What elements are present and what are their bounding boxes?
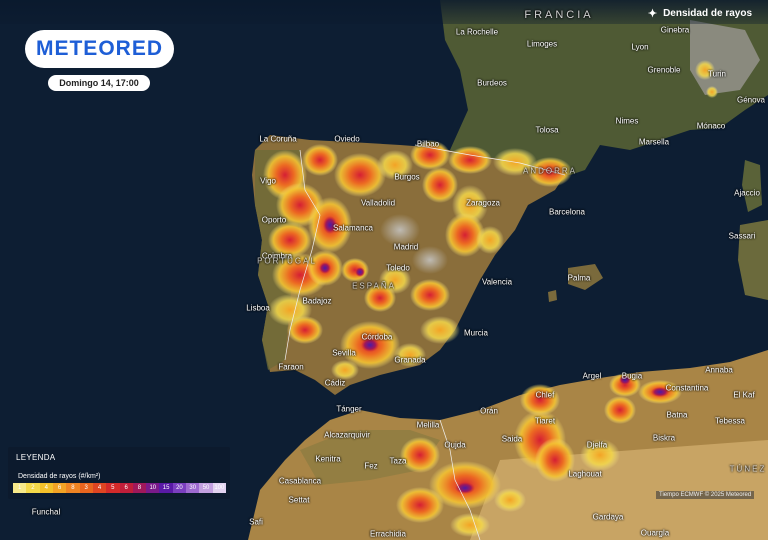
label-tebessa: Tebessa [715, 416, 745, 426]
label-errachidia: Errachidia [369, 529, 407, 539]
legend-swatch: 30 [186, 483, 200, 493]
legend-swatch: 5 [106, 483, 120, 493]
legend-title: LEYENDA [16, 453, 56, 462]
label-espana: ESPAÑA [352, 281, 396, 291]
legend-color-scale: 1 2 4 6 8 3 4 5 6 8 10 15 20 30 50 100 [13, 483, 226, 493]
map-credit: Tiempo ECMWF © 2025 Meteored [656, 491, 755, 499]
label-faro: Faraon [278, 362, 304, 372]
legend-panel: LEYENDA Densidad de rayos (#/km²) 124683… [8, 447, 230, 499]
label-lisboa: Lisboa [246, 303, 270, 313]
label-palma: Palma [567, 273, 591, 283]
label-saida: Saida [501, 434, 523, 444]
label-oporto: Oporto [261, 215, 287, 225]
label-zaragoza: Zaragoza [466, 198, 500, 208]
legend-swatch: 15 [159, 483, 173, 493]
label-chlef: Chlef [535, 390, 555, 400]
label-francia: FRANCIA [524, 9, 594, 21]
legend-swatch: 2 [26, 483, 40, 493]
label-constantina: Constantina [665, 383, 709, 393]
logo-text: METEORED [35, 37, 163, 60]
legend-swatch: 4 [39, 483, 53, 493]
label-la-rochelle: La Rochelle [455, 27, 499, 37]
legend-swatch: 6 [119, 483, 133, 493]
label-ajaccio: Ajaccio [734, 188, 760, 198]
legend-swatch: 3 [79, 483, 93, 493]
label-oujda: Oujda [444, 440, 466, 450]
label-limoges: Limoges [526, 39, 558, 49]
label-grenoble: Grenoble [647, 65, 681, 75]
label-madrid: Madrid [393, 242, 419, 252]
label-toledo: Toledo [386, 263, 410, 273]
label-el-kaf: El Kaf [733, 390, 755, 400]
label-laghouat: Laghouat [568, 469, 602, 479]
label-oviedo: Oviedo [334, 134, 360, 144]
label-cadiz: Cádiz [324, 378, 346, 388]
label-sassari: Sassari [728, 231, 756, 241]
label-bilbao: Bilbao [416, 139, 440, 149]
label-oran: Orán [480, 406, 498, 416]
label-alcazarquivir: Alcazarquivir [324, 430, 370, 440]
label-ouargla: Ouargla [640, 528, 670, 538]
label-gardaya: Gardaya [592, 512, 624, 522]
label-safi: Safi [249, 517, 263, 527]
legend-swatch: 6 [52, 483, 67, 493]
label-vigo: Vigo [260, 176, 276, 186]
meteored-logo[interactable]: METEORED [25, 30, 174, 68]
label-lyon: Lyon [631, 42, 649, 52]
label-funchal: Funchal [31, 507, 61, 517]
label-tolosa: Tolosa [535, 125, 559, 135]
legend-swatch: 8 [132, 483, 147, 493]
label-batna: Batna [666, 410, 688, 420]
label-burgos: Burgos [394, 172, 420, 182]
legend-swatch: 20 [172, 483, 187, 493]
legend-swatch: 8 [66, 483, 80, 493]
label-monaco: Mónaco [696, 121, 726, 131]
label-badajoz: Badajoz [302, 296, 332, 306]
label-fez: Fez [364, 461, 378, 471]
layer-title[interactable]: ✦ Densidad de rayos [648, 7, 752, 20]
label-biskra: Biskra [652, 433, 676, 443]
legend-swatch: 100 [212, 483, 226, 493]
label-tanger: Tánger [336, 404, 362, 414]
land-ibiza [548, 290, 557, 302]
label-la-coruna: La Coruña [259, 134, 297, 144]
label-andorra: ANDORRA [522, 166, 578, 176]
label-ginebra: Ginebra [660, 25, 690, 35]
label-sevilla: Sevilla [332, 348, 356, 358]
label-murcia: Murcia [463, 328, 489, 338]
legend-swatch: 50 [199, 483, 213, 493]
label-cordoba: Córdoba [361, 332, 393, 342]
label-melilla: Melilla [416, 420, 440, 430]
top-bar: ✦ Densidad de rayos [0, 0, 768, 24]
label-djelfa: Djelfa [586, 440, 608, 450]
label-salamanca: Salamanca [332, 223, 374, 233]
label-tunez: TÚNEZ [729, 464, 767, 474]
label-valencia: Valencia [481, 277, 513, 287]
label-barcelona: Barcelona [548, 207, 586, 217]
label-marsella: Marsella [638, 137, 670, 147]
label-burdeos: Burdeos [477, 78, 507, 88]
label-annaba: Annaba [705, 365, 733, 375]
label-settat: Settat [288, 495, 310, 505]
label-turin: Turin [708, 69, 726, 79]
lightning-icon: ✦ [647, 8, 658, 20]
label-argel: Argel [582, 371, 602, 381]
label-taza: Taza [389, 456, 407, 466]
layer-title-text: Densidad de rayos [663, 8, 752, 19]
legend-swatch: 10 [146, 483, 160, 493]
forecast-datetime: Domingo 14, 17:00 [48, 75, 150, 91]
label-granada: Granada [394, 355, 426, 365]
label-kenitra: Kenitra [315, 454, 341, 464]
label-casablanca: Casablanca [278, 476, 322, 486]
label-portugal: PORTUGAL [257, 256, 317, 266]
legend-swatch: 4 [92, 483, 107, 493]
label-bugia: Bugia [621, 371, 643, 381]
label-tiaret: Tiaret [534, 416, 556, 426]
legend-swatch: 1 [13, 483, 27, 493]
legend-subtitle: Densidad de rayos (#/km²) [18, 473, 101, 480]
label-genova: Génova [736, 95, 766, 105]
label-nimes: Nimes [615, 116, 639, 126]
label-valladolid: Valladolid [360, 198, 396, 208]
